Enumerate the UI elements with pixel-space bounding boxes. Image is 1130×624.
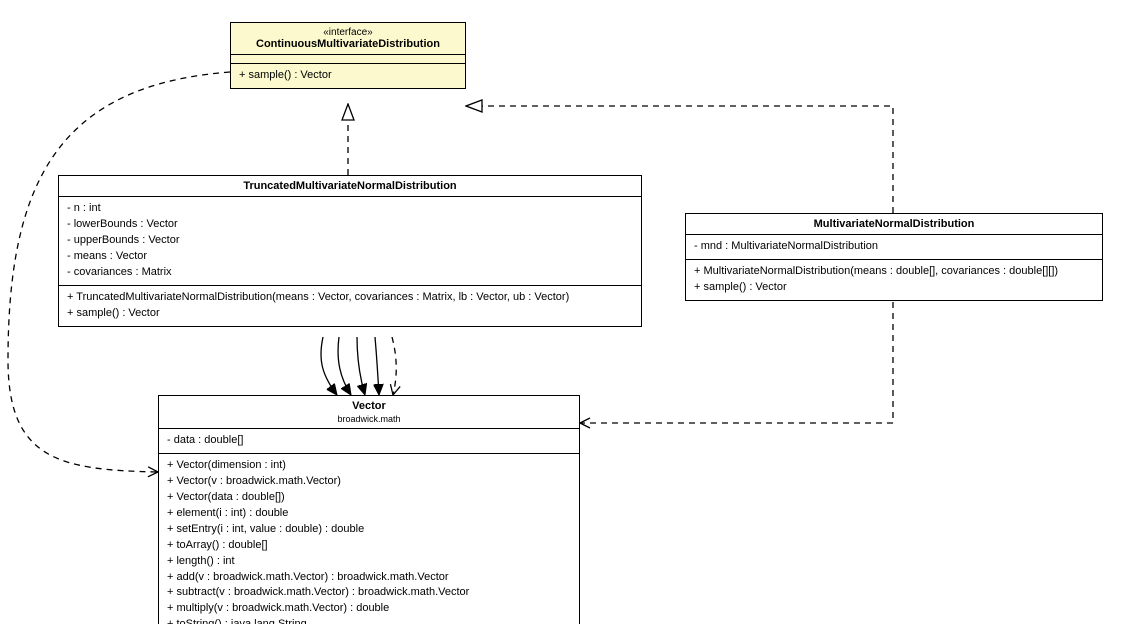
- operation: + length() : int: [167, 554, 571, 570]
- class-title: MultivariateNormalDistribution: [686, 214, 1102, 235]
- operation: + sample() : Vector: [239, 68, 457, 84]
- attrs-compartment: - mnd : MultivariateNormalDistribution: [686, 235, 1102, 260]
- operation: + element(i : int) : double: [167, 506, 571, 522]
- stereotype-label: «interface»: [241, 27, 455, 38]
- attrs-compartment: - n : int - lowerBounds : Vector - upper…: [59, 197, 641, 286]
- class-multivariatenormaldistribution: MultivariateNormalDistribution - mnd : M…: [685, 213, 1103, 301]
- attribute: - upperBounds : Vector: [67, 233, 633, 249]
- attribute: - n : int: [67, 201, 633, 217]
- operation: + Vector(dimension : int): [167, 458, 571, 474]
- edge-truncated-vector-3: [357, 337, 365, 395]
- class-name: MultivariateNormalDistribution: [814, 218, 975, 230]
- attrs-compartment: - data : double[]: [159, 429, 579, 454]
- class-interface-continuousmultivariatedistribution: «interface» ContinuousMultivariateDistri…: [230, 22, 466, 89]
- class-package: broadwick.math: [169, 414, 569, 424]
- attrs-compartment: [231, 55, 465, 64]
- ops-compartment: + TruncatedMultivariateNormalDistributio…: [59, 286, 641, 326]
- attribute: - lowerBounds : Vector: [67, 217, 633, 233]
- edge-truncated-vector-4: [375, 337, 379, 395]
- attribute: - mnd : MultivariateNormalDistribution: [694, 239, 1094, 255]
- class-title: Vector broadwick.math: [159, 396, 579, 429]
- operation: + toArray() : double[]: [167, 538, 571, 554]
- edge-truncated-vector-1: [321, 337, 337, 395]
- edge-truncated-vector-dep: [392, 337, 396, 395]
- attribute: - data : double[]: [167, 433, 571, 449]
- class-title: TruncatedMultivariateNormalDistribution: [59, 176, 641, 197]
- ops-compartment: + MultivariateNormalDistribution(means :…: [686, 260, 1102, 300]
- attribute: - means : Vector: [67, 249, 633, 265]
- operation: + add(v : broadwick.math.Vector) : broad…: [167, 570, 571, 586]
- operation: + sample() : Vector: [67, 306, 633, 322]
- class-title: «interface» ContinuousMultivariateDistri…: [231, 23, 465, 55]
- class-name: ContinuousMultivariateDistribution: [256, 38, 440, 50]
- class-name: TruncatedMultivariateNormalDistribution: [243, 180, 456, 192]
- operation: + subtract(v : broadwick.math.Vector) : …: [167, 585, 571, 601]
- ops-compartment: + Vector(dimension : int) + Vector(v : b…: [159, 454, 579, 624]
- operation: + toString() : java.lang.String: [167, 617, 571, 624]
- class-name: Vector: [352, 400, 386, 412]
- class-truncatedmultivariatenormaldistribution: TruncatedMultivariateNormalDistribution …: [58, 175, 642, 327]
- uml-canvas: «interface» ContinuousMultivariateDistri…: [0, 0, 1130, 624]
- edge-truncated-vector-2: [338, 337, 351, 395]
- operation: + multiply(v : broadwick.math.Vector) : …: [167, 601, 571, 617]
- operation: + Vector(data : double[]): [167, 490, 571, 506]
- operation: + Vector(v : broadwick.math.Vector): [167, 474, 571, 490]
- attribute: - covariances : Matrix: [67, 265, 633, 281]
- operation: + sample() : Vector: [694, 280, 1094, 296]
- operation: + TruncatedMultivariateNormalDistributio…: [67, 290, 633, 306]
- ops-compartment: + sample() : Vector: [231, 64, 465, 88]
- class-vector: Vector broadwick.math - data : double[] …: [158, 395, 580, 624]
- operation: + MultivariateNormalDistribution(means :…: [694, 264, 1094, 280]
- operation: + setEntry(i : int, value : double) : do…: [167, 522, 571, 538]
